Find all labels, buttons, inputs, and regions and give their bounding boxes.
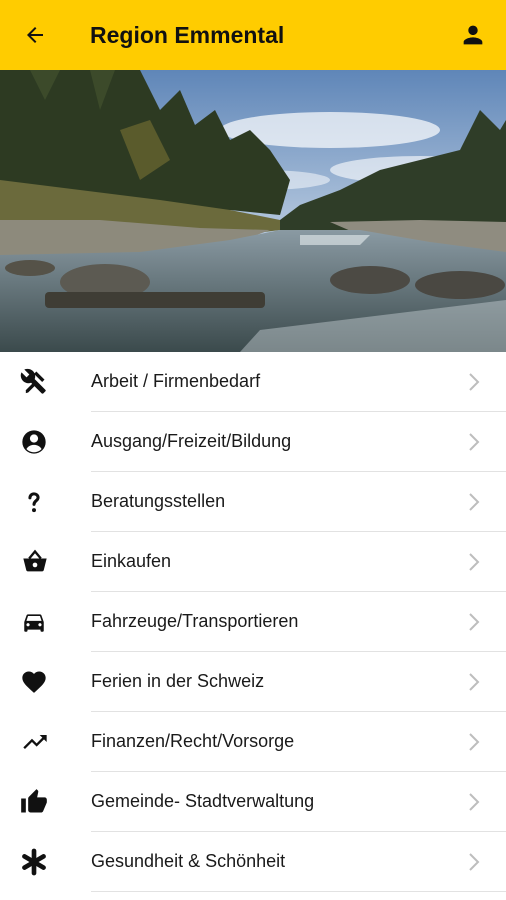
chevron-right-icon — [469, 733, 480, 751]
category-label: Gemeinde- Stadtverwaltung — [91, 772, 506, 832]
arrow-left-icon — [27, 27, 43, 43]
trending-up-icon — [23, 735, 47, 749]
category-item-finanzen[interactable]: Finanzen/Recht/Vorsorge — [0, 712, 506, 772]
tools-icon — [20, 368, 46, 394]
hero-image — [0, 70, 506, 352]
category-label: Gesundheit & Schönheit — [91, 832, 506, 892]
category-label: Arbeit / Firmenbedarf — [91, 352, 506, 412]
chevron-right-icon — [469, 613, 480, 631]
thumbs-up-icon — [21, 789, 47, 813]
heart-icon — [22, 671, 46, 693]
category-label: Ferien in der Schweiz — [91, 652, 506, 712]
chevron-right-icon — [469, 433, 480, 451]
category-item-ferien[interactable]: Ferien in der Schweiz — [0, 652, 506, 712]
category-item-einkaufen[interactable]: Einkaufen — [0, 532, 506, 592]
account-circle-icon — [22, 430, 46, 454]
chevron-right-icon — [469, 853, 480, 871]
chevron-right-icon — [469, 553, 480, 571]
chevron-right-icon — [469, 673, 480, 691]
chevron-right-icon — [469, 493, 480, 511]
app-bar: Region Emmental — [0, 0, 506, 70]
category-item-ausgang[interactable]: Ausgang/Freizeit/Bildung — [0, 412, 506, 472]
person-icon — [463, 25, 483, 45]
category-item-gemeinde[interactable]: Gemeinde- Stadtverwaltung — [0, 772, 506, 832]
page-title: Region Emmental — [90, 21, 285, 48]
category-item-arbeit[interactable]: Arbeit / Firmenbedarf — [0, 352, 506, 412]
category-label: Fahrzeuge/Transportieren — [91, 592, 506, 652]
question-mark-icon — [28, 492, 40, 513]
category-item-gesundheit[interactable]: Gesundheit & Schönheit — [0, 832, 506, 892]
category-item-beratung[interactable]: Beratungsstellen — [0, 472, 506, 532]
chevron-right-icon — [469, 793, 480, 811]
shopping-basket-icon — [23, 549, 47, 572]
car-icon — [24, 614, 44, 632]
category-label: Finanzen/Recht/Vorsorge — [91, 712, 506, 772]
profile-button[interactable] — [458, 20, 488, 50]
category-list: Arbeit / Firmenbedarf Ausgang/Freizeit/B… — [0, 352, 506, 892]
category-item-fahrzeuge[interactable]: Fahrzeuge/Transportieren — [0, 592, 506, 652]
back-button[interactable] — [0, 0, 70, 70]
category-label: Einkaufen — [91, 532, 506, 592]
category-label: Ausgang/Freizeit/Bildung — [91, 412, 506, 472]
asterisk-icon — [22, 848, 46, 876]
chevron-right-icon — [469, 373, 480, 391]
category-label: Beratungsstellen — [91, 472, 506, 532]
